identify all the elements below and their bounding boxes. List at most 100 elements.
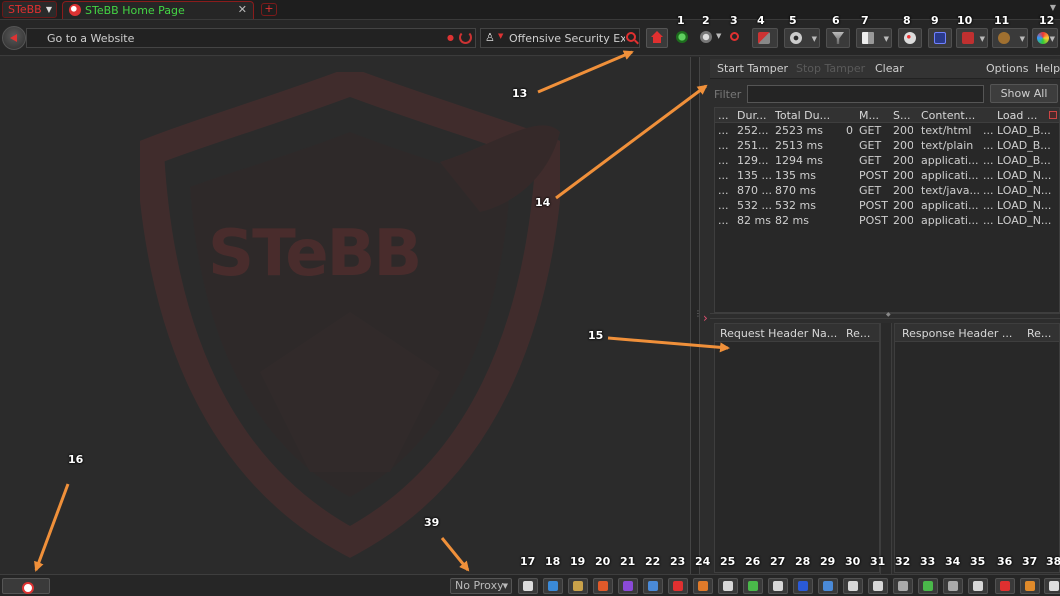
extension-6-button[interactable] xyxy=(826,28,850,48)
table-cell: ... xyxy=(718,184,729,197)
addon-pen-button[interactable] xyxy=(693,578,713,594)
table-cell: ... xyxy=(983,169,994,182)
table-cell: LOAD_N... xyxy=(997,184,1052,197)
extension-9-button[interactable] xyxy=(928,28,952,48)
column-picker-icon[interactable] xyxy=(1049,111,1057,119)
addon-globe-button[interactable] xyxy=(643,578,663,594)
horizontal-splitter[interactable]: ◆ xyxy=(710,311,1060,319)
table-cell: LOAD_N... xyxy=(997,214,1052,227)
addon-terminal-button[interactable] xyxy=(893,578,913,594)
addon-encode-button[interactable] xyxy=(518,578,538,594)
extension-1-button[interactable] xyxy=(675,30,691,48)
table-cell: 135 ... xyxy=(737,169,772,182)
column-header[interactable]: Dur... xyxy=(737,109,773,122)
tab-home[interactable]: STeBB Home Page ✕ xyxy=(62,1,254,19)
annotation-number: 30 xyxy=(845,555,861,568)
addon-glasses-button[interactable] xyxy=(568,578,588,594)
table-cell: ... xyxy=(983,214,994,227)
extension-12-button[interactable]: ▼ xyxy=(1032,28,1058,48)
extension-11-button[interactable]: ▼ xyxy=(992,28,1028,48)
extension-4-button[interactable] xyxy=(752,28,778,48)
proxy-selector[interactable]: No Proxy ▼ xyxy=(450,578,512,594)
table-row[interactable]: ... 82 ms 82 ms POST 200 applicati...... LOAD_… xyxy=(715,213,1059,228)
addon-chat-button[interactable] xyxy=(1044,578,1060,594)
stebb-status-button[interactable] xyxy=(2,578,50,594)
response-header-value-column[interactable]: Re... xyxy=(1027,327,1057,340)
table-row[interactable]: ... 129... 1294 ms GET 200 applicati...... LOA… xyxy=(715,153,1059,168)
vertical-splitter[interactable] xyxy=(880,323,892,574)
extension-8-button[interactable] xyxy=(898,28,922,48)
search-icon[interactable] xyxy=(626,32,636,42)
addon-sniffer-button[interactable] xyxy=(718,578,738,594)
tab-title: STeBB Home Page xyxy=(85,4,185,17)
reload-icon[interactable] xyxy=(459,31,472,44)
response-header-name-column[interactable]: Response Header ... xyxy=(902,327,1020,340)
column-header[interactable]: S... xyxy=(893,109,913,122)
table-row[interactable]: ... 532 ... 532 ms POST 200 applicati...... LO… xyxy=(715,198,1059,213)
table-row[interactable]: ... 135 ... 135 ms POST 200 applicati...... LO… xyxy=(715,168,1059,183)
annotation-number: 22 xyxy=(645,555,661,568)
table-row[interactable]: ... 251... 2513 ms GET 200 text/plain... LOAD_… xyxy=(715,138,1059,153)
sidebar-splitter[interactable]: ⋮ xyxy=(690,57,702,574)
new-tab-button[interactable]: + xyxy=(261,3,277,16)
app-menu-button[interactable]: STeBB ▼ xyxy=(2,1,57,18)
extension-10-button[interactable]: ▼ xyxy=(956,28,988,48)
home-button[interactable] xyxy=(646,28,668,48)
extension-5-button[interactable]: ▼ xyxy=(784,28,820,48)
url-input[interactable] xyxy=(27,29,447,47)
firebug-icon xyxy=(673,581,683,591)
burst-icon xyxy=(623,581,633,591)
addon-cursor-button[interactable] xyxy=(768,578,788,594)
tab-bar: STeBB ▼ STeBB Home Page ✕ + ▼ xyxy=(0,0,1060,20)
column-header[interactable]: M... xyxy=(859,109,889,122)
chevron-down-icon[interactable]: ▼ xyxy=(498,32,503,40)
addon-calendar-button[interactable] xyxy=(995,578,1015,594)
table-row[interactable]: ... 870 ... 870 ms GET 200 text/java...... LOA… xyxy=(715,183,1059,198)
column-header[interactable]: Total Du... xyxy=(775,109,843,122)
annotation-number: 34 xyxy=(945,555,961,568)
addon-camera-button[interactable] xyxy=(843,578,863,594)
table-row[interactable]: ... 252... 2523 ms 0 GET 200 text/html... LOAD_… xyxy=(715,123,1059,138)
clear-button[interactable]: Clear xyxy=(875,62,904,75)
response-headers-header: Response Header ... Re... xyxy=(895,324,1059,342)
url-dropdown-icon[interactable]: ● xyxy=(447,33,454,42)
start-tamper-button[interactable]: Start Tamper xyxy=(717,62,788,75)
table-cell: text/java... xyxy=(921,184,980,197)
addon-book-button[interactable] xyxy=(543,578,563,594)
back-button[interactable] xyxy=(2,26,26,50)
options-button[interactable]: Options xyxy=(986,62,1028,75)
column-header[interactable]: Load ... xyxy=(997,109,1053,122)
request-header-name-column[interactable]: Request Header Na... xyxy=(720,327,842,340)
addon-firebug-button[interactable] xyxy=(668,578,688,594)
request-header-value-column[interactable]: Re... xyxy=(846,327,876,340)
filter-input[interactable] xyxy=(747,85,984,103)
addon-document-button[interactable] xyxy=(868,578,888,594)
addon-world-button[interactable] xyxy=(818,578,838,594)
table-cell: ... xyxy=(718,154,729,167)
extension-2-button[interactable]: ▼ xyxy=(699,30,727,48)
table-cell: 200 xyxy=(893,124,913,137)
search-input[interactable] xyxy=(509,29,625,47)
addon-firefox-button[interactable] xyxy=(593,578,613,594)
addon-shield-button[interactable] xyxy=(918,578,938,594)
collapse-arrow-icon[interactable]: › xyxy=(703,311,708,325)
status-bar: No Proxy ▼ xyxy=(0,574,1060,596)
person-icon[interactable]: ♙ xyxy=(485,31,495,44)
addon-monitor-button[interactable] xyxy=(943,578,963,594)
help-button[interactable]: Help xyxy=(1035,62,1060,75)
column-header[interactable]: Content... xyxy=(921,109,981,122)
addon-planet-button[interactable] xyxy=(793,578,813,594)
extension-3-button[interactable] xyxy=(728,30,744,48)
extension-7-button[interactable]: ▼ xyxy=(856,28,892,48)
list-all-tabs-icon[interactable]: ▼ xyxy=(1050,3,1056,12)
table-cell: ... xyxy=(718,169,729,182)
column-header[interactable]: ... xyxy=(718,109,734,122)
close-icon[interactable]: ✕ xyxy=(238,3,247,16)
addon-image-button[interactable] xyxy=(1020,578,1040,594)
show-all-button[interactable]: Show All xyxy=(990,84,1058,103)
addon-burst-button[interactable] xyxy=(618,578,638,594)
addon-network-button[interactable] xyxy=(743,578,763,594)
table-cell: 200 xyxy=(893,199,913,212)
addon-plugin-button[interactable] xyxy=(968,578,988,594)
chevron-down-icon: ▼ xyxy=(502,582,508,590)
